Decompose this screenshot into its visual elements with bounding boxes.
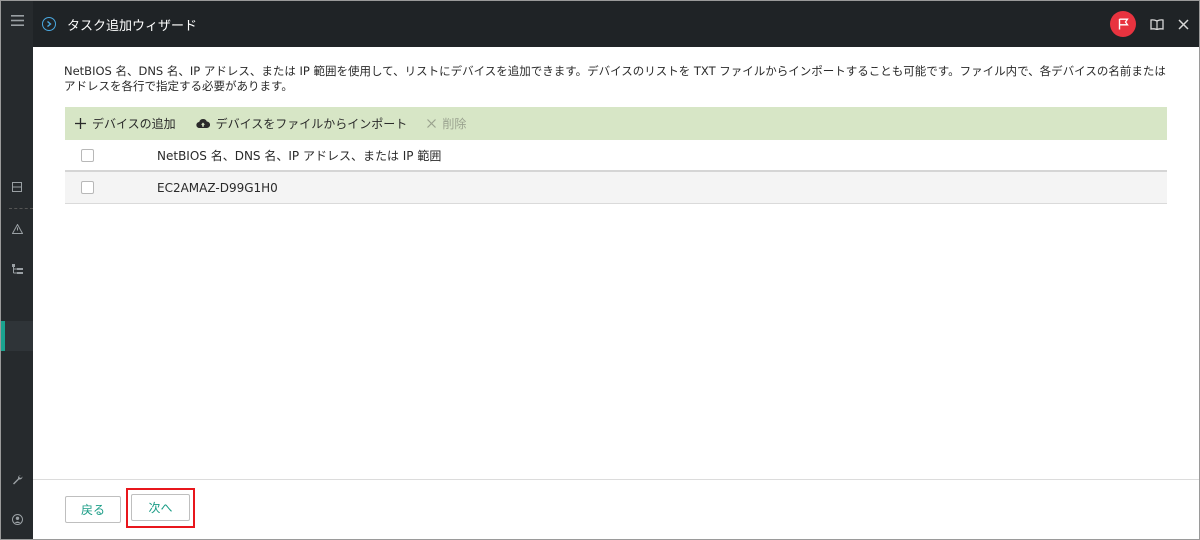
cloud-upload-icon (196, 118, 210, 129)
monitoring-icon[interactable] (1, 177, 33, 197)
add-device-button[interactable]: デバイスの追加 (75, 115, 176, 132)
rail-active-item[interactable] (1, 321, 33, 351)
devices-tree-icon[interactable] (1, 259, 33, 279)
flag-button[interactable] (1110, 11, 1136, 37)
import-from-file-label: デバイスをファイルからインポート (215, 117, 408, 131)
delete-x-icon (427, 119, 437, 128)
close-icon[interactable] (1178, 18, 1189, 30)
row-checkbox[interactable] (81, 181, 94, 194)
wrench-icon[interactable] (1, 469, 33, 489)
wizard-circle-icon (42, 17, 56, 31)
device-list-toolbar: デバイスの追加 デバイスをファイルからインポート 削除 (65, 107, 1167, 140)
next-button-highlight (126, 488, 195, 528)
back-button[interactable]: 戻る (65, 496, 121, 523)
device-name-cell: EC2AMAZ-D99G1H0 (157, 180, 278, 195)
device-table: NetBIOS 名、DNS 名、IP アドレス、または IP 範囲 EC2AMA… (65, 140, 1167, 204)
wizard-description: NetBIOS 名、DNS 名、IP アドレス、または IP 範囲を使用して、リ… (64, 64, 1166, 93)
select-all-checkbox[interactable] (81, 148, 94, 162)
book-icon[interactable] (1150, 18, 1164, 30)
add-device-label: デバイスの追加 (92, 117, 176, 131)
rail-active-indicator (1, 321, 5, 351)
user-account-icon[interactable] (1, 509, 33, 529)
menu-icon[interactable] (1, 10, 33, 30)
header-actions (1110, 1, 1189, 47)
table-header-row: NetBIOS 名、DNS 名、IP アドレス、または IP 範囲 (65, 140, 1167, 172)
rail-divider (9, 208, 33, 209)
wizard-header: タスク追加ウィザード (33, 1, 1199, 47)
import-from-file-button[interactable]: デバイスをファイルからインポート (196, 115, 408, 132)
delete-label: 削除 (442, 117, 467, 131)
wizard-title: タスク追加ウィザード (67, 18, 198, 34)
plus-icon (75, 118, 86, 129)
footer-divider (33, 479, 1199, 480)
column-header-address: NetBIOS 名、DNS 名、IP アドレス、または IP 範囲 (157, 148, 442, 163)
warning-icon[interactable] (1, 219, 33, 239)
delete-button[interactable]: 削除 (427, 115, 466, 132)
side-rail (1, 1, 33, 539)
table-row[interactable]: EC2AMAZ-D99G1H0 (65, 172, 1167, 204)
flag-icon (1118, 15, 1129, 34)
